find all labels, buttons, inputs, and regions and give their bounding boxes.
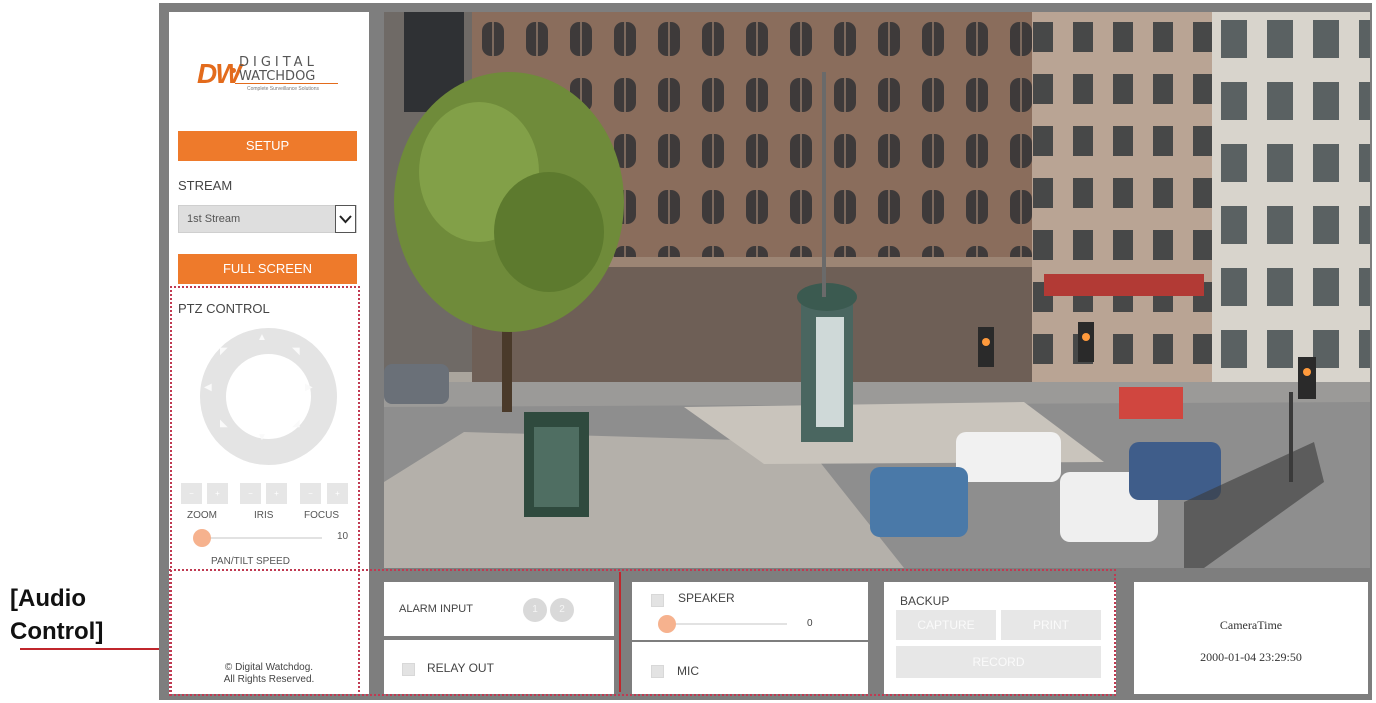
stream-select[interactable]: 1st Stream: [178, 205, 357, 233]
speaker-volume-value: 0: [807, 618, 813, 629]
zoom-in-button[interactable]: +: [207, 483, 228, 504]
stream-heading: STREAM: [178, 178, 233, 193]
relay-out-label: RELAY OUT: [427, 661, 494, 675]
camera-time-label: CameraTime: [1219, 618, 1283, 632]
logo-dot: [231, 68, 236, 73]
copyright-line1: © Digital Watchdog.: [224, 662, 314, 673]
ptz-joystick[interactable]: ▲ ▼ ◀ ▶ ◤ ◥ ◣ ◢: [200, 328, 337, 465]
pan-tilt-speed-label: PAN/TILT SPEED: [211, 556, 290, 567]
relay-out-checkbox[interactable]: [402, 663, 415, 676]
alarm-input-2-indicator: 2: [550, 598, 574, 622]
logo-rule: [235, 83, 338, 84]
relay-out-panel: RELAY OUT: [384, 640, 614, 694]
backup-heading: BACKUP: [900, 594, 950, 608]
mic-checkbox[interactable]: [651, 665, 664, 678]
live-video-view[interactable]: [384, 12, 1370, 568]
audio-control-marker: [619, 572, 621, 692]
pan-tilt-speed-knob[interactable]: [193, 529, 211, 547]
speaker-checkbox[interactable]: [651, 594, 664, 607]
copyright: © Digital Watchdog. All Rights Reserved.: [169, 662, 369, 686]
backup-panel: BACKUP CAPTURE PRINT RECORD: [884, 582, 1116, 694]
camera-time-panel: CameraTime 2000-01-04 23:29:50: [1134, 582, 1368, 694]
record-button[interactable]: RECORD: [896, 646, 1101, 678]
page-root: [Audio Control] DW DIGITAL WATCHDOG Comp…: [0, 0, 1376, 703]
speaker-label: SPEAKER: [678, 591, 735, 605]
arrow-right-icon[interactable]: ▶: [305, 382, 313, 393]
print-button[interactable]: PRINT: [1001, 610, 1101, 640]
iris-label: IRIS: [254, 510, 274, 521]
capture-button[interactable]: CAPTURE: [896, 610, 996, 640]
pan-tilt-speed-track[interactable]: [202, 537, 322, 539]
street-scene-image: [384, 12, 1370, 568]
zoom-out-button[interactable]: −: [181, 483, 202, 504]
arrow-down-left-icon[interactable]: ◣: [220, 418, 228, 429]
alarm-input-label: ALARM INPUT: [399, 603, 473, 615]
arrow-up-icon[interactable]: ▲: [257, 332, 267, 343]
camera-time-value: 2000-01-04 23:29:50: [1200, 650, 1302, 664]
chevron-down-icon[interactable]: [335, 205, 356, 233]
stream-select-value: 1st Stream: [187, 213, 241, 225]
iris-open-button[interactable]: +: [266, 483, 287, 504]
speaker-volume-knob[interactable]: [658, 615, 676, 633]
arrow-left-icon[interactable]: ◀: [204, 382, 212, 393]
arrow-up-left-icon[interactable]: ◤: [220, 346, 228, 357]
mic-panel: MIC: [632, 642, 868, 694]
arrow-down-right-icon[interactable]: ◢: [292, 418, 300, 429]
sidebar: DW DIGITAL WATCHDOG Complete Surveillanc…: [169, 12, 369, 696]
alarm-input-panel: ALARM INPUT 1 2: [384, 582, 614, 636]
focus-near-button[interactable]: −: [300, 483, 321, 504]
focus-far-button[interactable]: +: [327, 483, 348, 504]
iris-close-button[interactable]: −: [240, 483, 261, 504]
full-screen-button[interactable]: FULL SCREEN: [178, 254, 357, 284]
logo-initials: DW: [197, 58, 242, 89]
digital-watchdog-logo: DW DIGITAL WATCHDOG Complete Surveillanc…: [197, 52, 342, 98]
ptz-control-heading: PTZ CONTROL: [178, 301, 270, 316]
copyright-line2: All Rights Reserved.: [223, 674, 315, 685]
logo-line1: DIGITAL: [239, 55, 318, 70]
setup-button[interactable]: SETUP: [178, 131, 357, 161]
focus-label: FOCUS: [304, 510, 339, 521]
arrow-up-right-icon[interactable]: ◥: [292, 346, 300, 357]
speaker-panel: SPEAKER 0: [632, 582, 868, 640]
pan-tilt-speed-value: 10: [337, 531, 349, 542]
logo-tagline: Complete Surveillance Solutions: [247, 86, 319, 92]
zoom-label: ZOOM: [187, 510, 217, 521]
alarm-input-1-indicator: 1: [523, 598, 547, 622]
speaker-volume-track[interactable]: [667, 623, 787, 625]
logo-line2: WATCHDOG: [239, 69, 316, 84]
mic-label: MIC: [677, 664, 699, 678]
arrow-down-icon[interactable]: ▼: [257, 432, 267, 443]
audio-control-callout-label: [Audio Control]: [10, 585, 104, 645]
